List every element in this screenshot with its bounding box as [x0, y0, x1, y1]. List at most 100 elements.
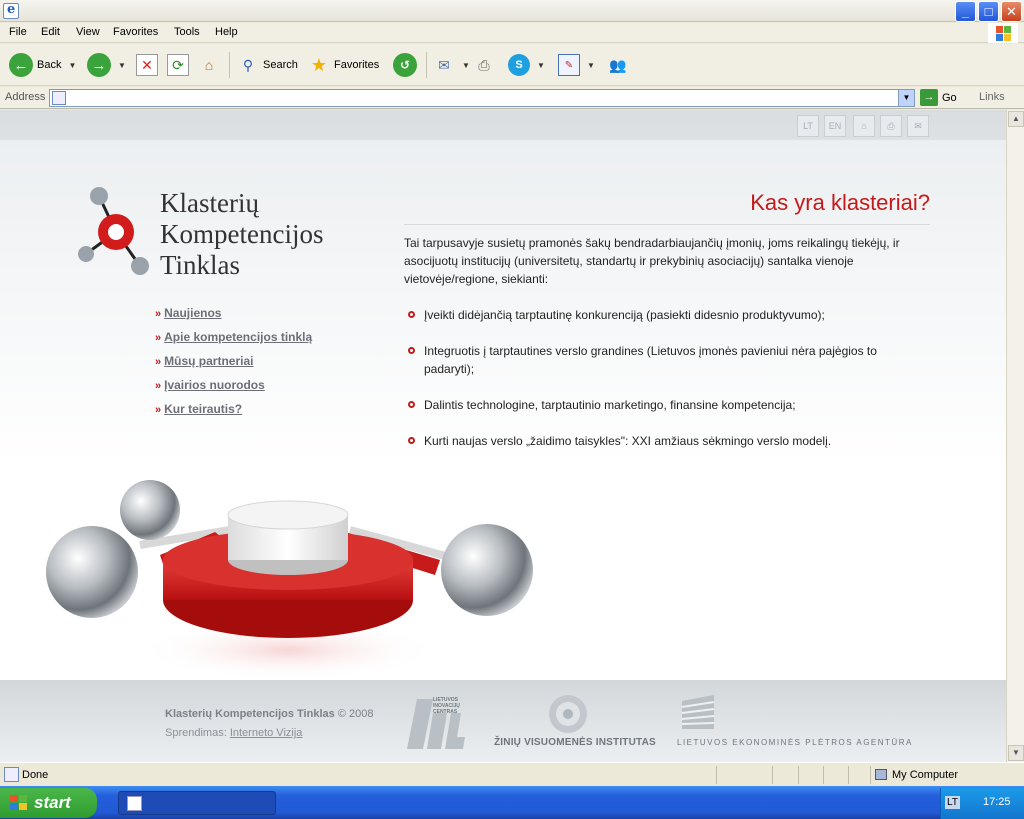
- title-divider: [404, 224, 930, 225]
- scroll-down-icon[interactable]: ▼: [1008, 745, 1024, 761]
- logo-line-1: Klasterių: [160, 188, 259, 218]
- status-divider: [772, 766, 773, 784]
- chevron-down-icon[interactable]: ▼: [118, 61, 126, 70]
- chevron-down-icon[interactable]: ▼: [68, 61, 76, 70]
- home-icon: ⌂: [204, 57, 214, 73]
- forward-button[interactable]: → ▼: [87, 52, 126, 78]
- address-label: Address: [5, 91, 46, 103]
- logo-line-3: Tinklas: [160, 250, 241, 280]
- logo-text: Klasterių Kompetencijos Tinklas: [160, 188, 323, 281]
- history-icon: ↺: [393, 53, 417, 77]
- nav-item-nuorodos[interactable]: » Įvairios nuorodos: [155, 378, 312, 402]
- page-title: Kas yra klasteriai?: [750, 190, 930, 215]
- maximize-button[interactable]: □: [978, 1, 999, 22]
- nav-item-apie[interactable]: » Apie kompetencijos tinklą: [155, 330, 312, 354]
- status-divider: [823, 766, 824, 784]
- chevron-down-icon[interactable]: ▼: [587, 61, 595, 70]
- language-indicator[interactable]: LT: [945, 796, 960, 809]
- nav-link[interactable]: Naujienos: [164, 306, 221, 320]
- messenger-icon: 👥: [609, 56, 627, 73]
- nav-link[interactable]: Kur teirautis?: [164, 402, 242, 416]
- go-button[interactable]: → Go: [920, 89, 957, 106]
- lic-logo[interactable]: LIETUVOS INOVACIJŲ CENTRAS: [403, 695, 465, 751]
- start-label: start: [34, 793, 71, 812]
- search-button[interactable]: ⚲ Search: [237, 52, 298, 78]
- skype-icon: S: [508, 54, 530, 76]
- menu-bar: File Edit View Favorites Tools Help: [0, 23, 1024, 43]
- edit-page-icon: ✎: [558, 54, 580, 76]
- print-icon[interactable]: ⎙: [880, 115, 902, 137]
- search-icon: ⚲: [242, 56, 254, 73]
- nav-item-naujienos[interactable]: » Naujienos: [155, 306, 312, 330]
- links-button[interactable]: Links: [979, 91, 1005, 103]
- history-button[interactable]: ↺: [393, 52, 417, 78]
- menu-edit[interactable]: Edit: [41, 26, 60, 38]
- page-viewport: LT EN ⌂ ⎙ ✉ Klasterių Kompetencijos Tink…: [0, 110, 1006, 762]
- home-icon[interactable]: ⌂: [853, 115, 875, 137]
- mail-button[interactable]: ✉ ▼: [433, 52, 470, 78]
- page-footer: [0, 680, 1006, 762]
- nav-item-kontaktai[interactable]: » Kur teirautis?: [155, 402, 312, 426]
- scroll-up-icon[interactable]: ▲: [1008, 111, 1024, 127]
- back-arrow-icon: ←: [9, 53, 33, 77]
- stop-button[interactable]: ✕: [136, 52, 158, 78]
- nav-bullet: »: [155, 308, 162, 320]
- title-bar: _ □ ✕: [0, 0, 1024, 22]
- chevron-down-icon[interactable]: ▼: [898, 90, 914, 106]
- toolbar-divider: [426, 52, 427, 78]
- nav-item-partneriai[interactable]: » Mūsų partneriai: [155, 354, 312, 378]
- favorites-button[interactable]: ★ Favorites: [308, 52, 379, 78]
- back-button[interactable]: ← Back ▼: [9, 52, 76, 78]
- side-nav: » Naujienos » Apie kompetencijos tinklą » M…: [155, 306, 312, 426]
- lang-en-button[interactable]: EN: [824, 115, 846, 137]
- lepa-logo-text[interactable]: LIETUVOS EKONOMINĖS PLĖTROS AGENTŪRA: [677, 738, 913, 747]
- taskbar-window-button[interactable]: [118, 791, 276, 815]
- refresh-icon: ⟳: [167, 54, 189, 76]
- go-arrow-icon: →: [920, 89, 938, 106]
- nav-bullet: »: [155, 380, 162, 392]
- lang-lt-button[interactable]: LT: [797, 115, 819, 137]
- lepa-logo-icon: [681, 695, 715, 729]
- address-input[interactable]: ▼: [49, 89, 915, 107]
- edit-button[interactable]: ✎ ▼: [558, 52, 595, 78]
- toolbar-divider: [229, 52, 230, 78]
- chevron-down-icon[interactable]: ▼: [537, 61, 545, 70]
- footer-solution-link[interactable]: Interneto Vizija: [230, 727, 303, 739]
- list-item: Integruotis į tarptautines verslo grandi…: [404, 342, 924, 378]
- vertical-scrollbar[interactable]: ▲ ▼: [1006, 110, 1024, 762]
- nav-link[interactable]: Apie kompetencijos tinklą: [164, 330, 312, 344]
- start-button[interactable]: start: [0, 788, 97, 818]
- menu-file[interactable]: File: [9, 26, 27, 38]
- zinv-logo-text[interactable]: ŽINIŲ VISUOMENĖS INSTITUTAS: [494, 737, 656, 748]
- menu-tools[interactable]: Tools: [174, 26, 200, 38]
- molecule-illustration: [46, 480, 533, 680]
- status-text: Done: [22, 769, 49, 781]
- list-item: Įveikti didėjančią tarptautinę konkurenc…: [404, 306, 924, 324]
- footer-credit: Sprendimas: Interneto Vizija: [165, 727, 302, 739]
- menu-favorites[interactable]: Favorites: [113, 26, 158, 38]
- clock: 17:25: [983, 796, 1011, 808]
- refresh-button[interactable]: ⟳: [167, 52, 189, 78]
- nav-link[interactable]: Įvairios nuorodos: [164, 378, 265, 392]
- status-bar: Done My Computer: [0, 762, 1024, 786]
- intro-paragraph: Tai tarpusavyje susietų pramonės šakų be…: [404, 236, 900, 286]
- security-zone: My Computer: [875, 769, 958, 781]
- lic-logo-text: LIETUVOS INOVACIJŲ CENTRAS: [433, 697, 460, 715]
- print-button[interactable]: ⎙: [473, 52, 495, 78]
- skype-button[interactable]: S ▼: [508, 52, 545, 78]
- mail-icon[interactable]: ✉: [907, 115, 929, 137]
- chevron-down-icon[interactable]: ▼: [462, 61, 470, 70]
- minimize-button[interactable]: _: [955, 1, 976, 22]
- zinv-logo-icon: [549, 695, 587, 733]
- nav-link[interactable]: Mūsų partneriai: [164, 354, 253, 368]
- forward-arrow-icon: →: [87, 53, 111, 77]
- page-status-icon: [4, 767, 19, 782]
- home-button[interactable]: ⌂: [198, 52, 220, 78]
- close-button[interactable]: ✕: [1001, 1, 1022, 22]
- nav-bullet: »: [155, 356, 162, 368]
- menu-help[interactable]: Help: [215, 26, 238, 38]
- menu-view[interactable]: View: [76, 26, 100, 38]
- toolbar: ← Back ▼ → ▼ ✕ ⟳ ⌂ ⚲ Search ★ Favorites …: [0, 44, 1024, 86]
- messenger-button[interactable]: 👥: [607, 52, 629, 78]
- logo-molecule-icon: [78, 187, 149, 275]
